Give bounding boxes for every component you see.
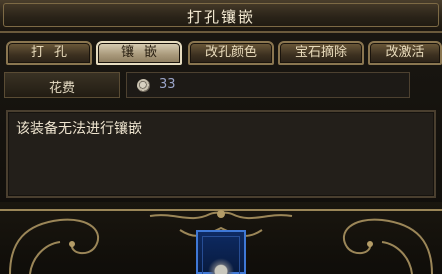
equipment-slot-icon xyxy=(202,236,240,274)
cost-label-box: 花费 xyxy=(4,72,120,98)
tab-change-hole-color[interactable]: 改孔颜色 xyxy=(188,41,274,65)
tab-bar: 打孔 镶嵌 改孔颜色 宝石摘除 改激活 xyxy=(6,41,442,67)
tab-gem-remove[interactable]: 宝石摘除 xyxy=(278,41,364,65)
coin-icon xyxy=(137,79,150,92)
tab-inlay[interactable]: 镶嵌 xyxy=(96,41,182,65)
message-panel: 该装备无法进行镶嵌 xyxy=(6,110,436,198)
inlay-window: 打孔镶嵌 打孔 镶嵌 改孔颜色 宝石摘除 改激活 花费 33 该装备无法进行镶嵌 xyxy=(0,0,442,274)
status-message: 该装备无法进行镶嵌 xyxy=(16,121,142,137)
cost-value: 33 xyxy=(159,77,176,92)
tab-punch[interactable]: 打孔 xyxy=(6,41,92,65)
equipment-slot[interactable] xyxy=(196,230,246,274)
window-title: 打孔镶嵌 xyxy=(186,8,255,26)
cost-value-box: 33 xyxy=(126,72,410,98)
title-bar[interactable]: 打孔镶嵌 xyxy=(0,0,442,33)
cost-row: 花费 33 xyxy=(4,72,442,98)
tab-change-activation[interactable]: 改激活 xyxy=(368,41,442,65)
cost-label: 花费 xyxy=(48,81,75,96)
